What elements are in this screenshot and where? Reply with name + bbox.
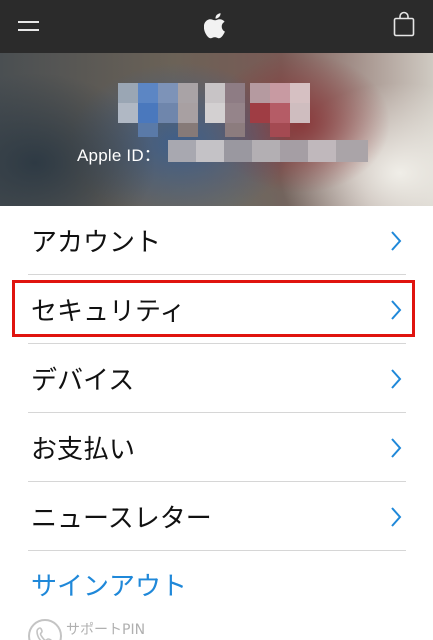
chevron-right-icon <box>391 369 402 389</box>
profile-banner: Apple ID： <box>0 53 433 206</box>
support-pin-link[interactable]: サポートPIN <box>28 619 146 640</box>
menu-item-payment[interactable]: お支払い <box>28 413 406 481</box>
menu-item-label: ニュースレター <box>31 504 212 534</box>
menu-item-account[interactable]: アカウント <box>28 206 406 274</box>
divider <box>28 550 406 551</box>
menu-item-label: デバイス <box>31 366 135 396</box>
menu-item-label: お支払い <box>31 435 136 465</box>
chevron-right-icon <box>391 300 402 320</box>
menu-item-newsletter[interactable]: ニュースレター <box>28 482 406 550</box>
support-pin-label: サポートPIN <box>66 622 146 638</box>
phone-icon <box>28 619 62 640</box>
sign-out-link[interactable]: サインアウト <box>31 566 187 603</box>
apple-id-label: Apple ID： <box>77 146 162 165</box>
menu-item-devices[interactable]: デバイス <box>28 344 406 412</box>
menu-item-label: アカウント <box>31 228 162 258</box>
hamburger-menu-icon[interactable] <box>18 17 40 35</box>
shopping-bag-icon[interactable] <box>393 11 415 37</box>
chevron-right-icon <box>391 231 402 251</box>
menu-item-security[interactable]: セキュリティ <box>28 275 406 343</box>
apple-logo-icon[interactable] <box>204 11 228 39</box>
top-navigation-bar <box>0 0 433 53</box>
chevron-right-icon <box>391 438 402 458</box>
chevron-right-icon <box>391 507 402 527</box>
menu-item-label: セキュリティ <box>31 297 186 327</box>
